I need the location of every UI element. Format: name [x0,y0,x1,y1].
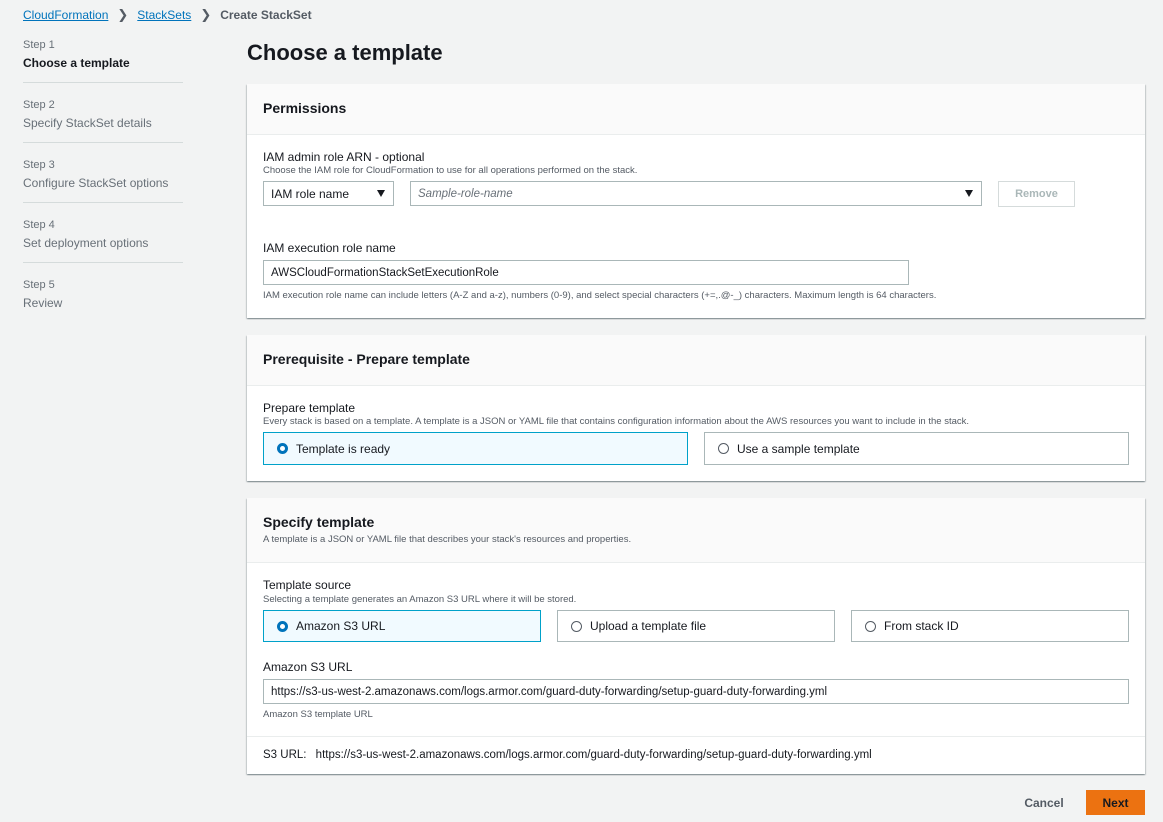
radio-unchecked-icon [718,443,729,454]
option-label: Upload a template file [590,619,707,633]
wizard-steps: Step 1 Choose a template Step 2 Specify … [23,35,183,334]
execution-role-label: IAM execution role name [263,241,396,255]
prerequisite-panel: Prerequisite - Prepare template Prepare … [247,335,1145,481]
panel-title: Permissions [263,100,347,116]
page-title: Choose a template [247,40,443,65]
execution-role-input[interactable]: AWSCloudFormationStackSetExecutionRole [263,260,909,285]
panel-description: A template is a JSON or YAML file that d… [263,534,632,545]
panel-header: Specify template A template is a JSON or… [247,498,1145,563]
cancel-button[interactable]: Cancel [1016,790,1072,815]
sample-template-option[interactable]: Use a sample template [704,432,1129,465]
admin-role-label: IAM admin role ARN - optional [263,150,425,164]
from-stack-id-option[interactable]: From stack ID [851,610,1129,642]
panel-title: Prerequisite - Prepare template [263,351,470,367]
step-5: Step 5 Review [23,275,183,322]
step-title: Review [23,296,63,310]
role-type-value: IAM role name [271,186,350,201]
panel-header: Prerequisite - Prepare template [247,335,1145,386]
caret-down-icon [377,190,385,197]
s3-url-label: Amazon S3 URL [263,660,353,674]
chevron-right-icon: ❯ [117,7,129,22]
upload-template-option[interactable]: Upload a template file [557,610,835,642]
s3-url-value: https://s3-us-west-2.amazonaws.com/logs.… [315,749,872,761]
step-number: Step 4 [23,219,55,231]
execution-role-description: IAM execution role name can include lett… [263,290,937,301]
specify-template-panel: Specify template A template is a JSON or… [247,498,1145,774]
amazon-s3-url-option[interactable]: Amazon S3 URL [263,610,541,642]
radio-checked-icon [277,620,288,632]
step-number: Step 3 [23,159,55,171]
option-label: From stack ID [884,619,959,633]
s3-url-input[interactable]: https://s3-us-west-2.amazonaws.com/logs.… [263,679,1129,704]
panel-header: Permissions [247,84,1145,135]
prepare-template-description: Every stack is based on a template. A te… [263,416,970,427]
step-1: Step 1 Choose a template [23,35,183,83]
role-name-placeholder: Sample-role-name [418,187,513,200]
s3-url-summary: S3 URL: https://s3-us-west-2.amazonaws.c… [263,749,872,761]
breadcrumb-stacksets[interactable]: StackSets [137,8,191,22]
step-3: Step 3 Configure StackSet options [23,155,183,203]
template-source-label: Template source [263,578,352,592]
step-title: Set deployment options [23,236,149,250]
s3-url-prefix: S3 URL: [263,749,307,761]
step-title: Configure StackSet options [23,176,169,190]
step-number: Step 2 [23,99,55,111]
option-label: Template is ready [296,441,391,456]
panel-title: Specify template [263,514,375,530]
prepare-template-label: Prepare template [263,401,356,415]
permissions-panel: Permissions IAM admin role ARN - optiona… [247,84,1145,318]
chevron-right-icon: ❯ [200,7,212,22]
radio-checked-icon [277,443,288,454]
option-label: Use a sample template [737,441,860,456]
caret-down-icon [965,190,973,197]
step-number: Step 5 [23,279,55,291]
radio-unchecked-icon [571,620,582,632]
step-number: Step 1 [23,39,55,51]
remove-button[interactable]: Remove [998,181,1075,207]
admin-role-description: Choose the IAM role for CloudFormation t… [263,165,638,176]
next-button[interactable]: Next [1086,790,1145,815]
breadcrumb-cloudformation[interactable]: CloudFormation [23,8,108,22]
role-type-select[interactable]: IAM role name [263,181,394,206]
template-ready-option[interactable]: Template is ready [263,432,688,465]
divider [247,736,1145,737]
s3-url-hint: Amazon S3 template URL [263,709,373,720]
option-label: Amazon S3 URL [296,619,386,633]
role-name-select[interactable]: Sample-role-name [410,181,982,206]
step-title: Specify StackSet details [23,116,152,130]
step-title: Choose a template [23,56,130,70]
template-source-description: Selecting a template generates an Amazon… [263,594,577,605]
step-4: Step 4 Set deployment options [23,215,183,263]
breadcrumb-current: Create StackSet [220,8,312,22]
step-2: Step 2 Specify StackSet details [23,95,183,143]
radio-unchecked-icon [865,620,876,632]
breadcrumb: CloudFormation ❯ StackSets ❯ Create Stac… [23,7,312,23]
